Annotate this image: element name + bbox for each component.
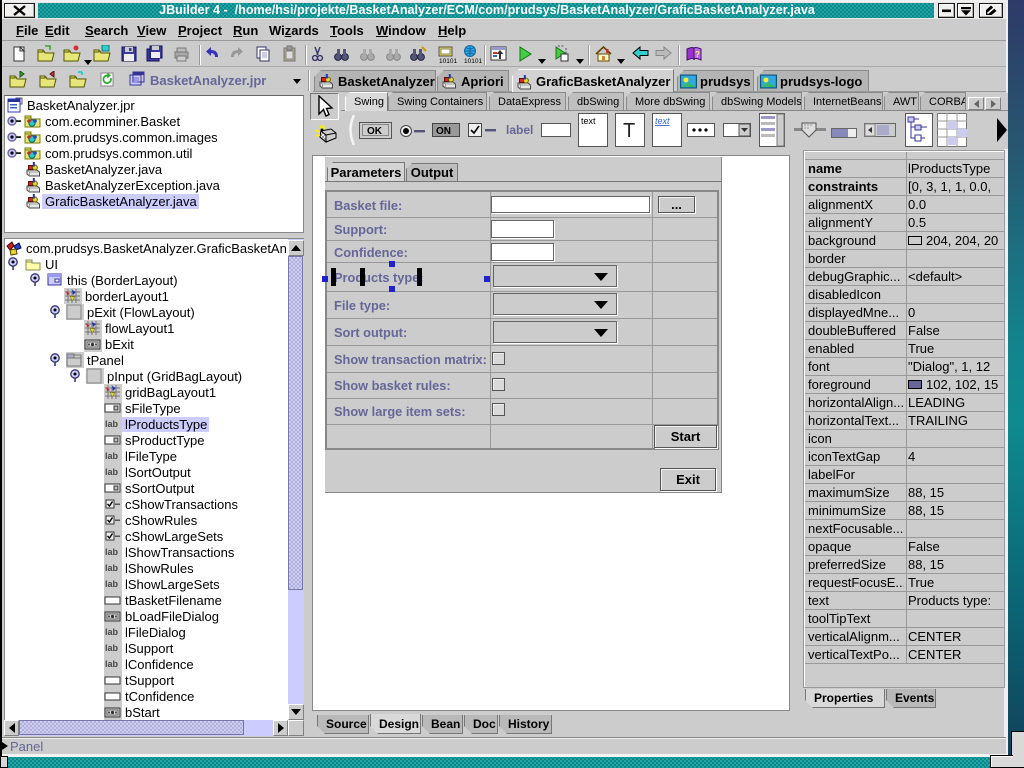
svg-text:10101: 10101 bbox=[464, 58, 482, 65]
svg-text:lab: lab bbox=[105, 451, 119, 461]
svg-text:lab: lab bbox=[105, 419, 119, 429]
svg-text:10101: 10101 bbox=[439, 58, 457, 65]
svg-text:lab: lab bbox=[105, 659, 119, 669]
svg-text:text: text bbox=[655, 116, 670, 126]
svg-text:lab: lab bbox=[105, 467, 119, 477]
svg-text:lab: lab bbox=[105, 547, 119, 557]
svg-text:lab: lab bbox=[105, 627, 119, 637]
svg-text:lab: lab bbox=[105, 563, 119, 573]
svg-text:T: T bbox=[623, 120, 635, 142]
svg-text:?: ? bbox=[695, 50, 700, 59]
svg-text:lab: lab bbox=[105, 579, 119, 589]
svg-text:ON: ON bbox=[436, 126, 451, 137]
svg-text:lab: lab bbox=[105, 643, 119, 653]
svg-text:text: text bbox=[581, 116, 596, 126]
svg-text:OK: OK bbox=[367, 126, 383, 137]
